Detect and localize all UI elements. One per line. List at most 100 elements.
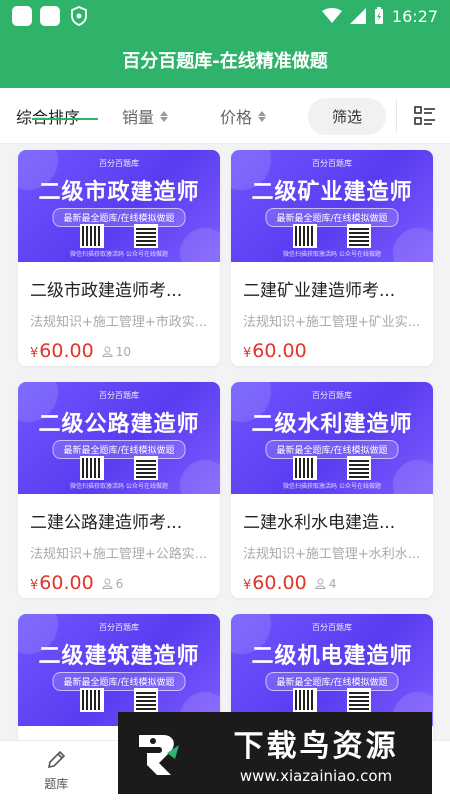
sort-sales[interactable]: 销量 <box>122 104 169 128</box>
price-value: 60.00 <box>39 572 94 594</box>
qr-code-icon <box>80 688 104 712</box>
filter-button[interactable]: 筛选 <box>308 98 387 135</box>
banner-title: 二级机电建造师 <box>251 644 413 669</box>
banner-footer: 微信扫描获取激活码 公众号在线做题 <box>70 251 168 258</box>
product-banner: 百分百题库 二级水利建造师 最新最全题库/在线模拟做题 微信扫描获取激活码 公众… <box>231 382 433 494</box>
product-card[interactable]: 百分百题库 二级水利建造师 最新最全题库/在线模拟做题 微信扫描获取激活码 公众… <box>231 382 433 598</box>
list-view-icon[interactable] <box>414 105 436 127</box>
banner-title: 二级水利建造师 <box>251 412 413 437</box>
product-desc: 法规知识+施工管理+水利水... <box>243 547 421 562</box>
sales-count: 10 <box>102 345 131 359</box>
product-banner: 百分百题库 二级市政建造师 最新最全题库/在线模拟做题 微信扫描获取激活码 公众… <box>18 150 220 262</box>
price-value: 60.00 <box>39 340 94 362</box>
qr-code-icon <box>347 456 371 480</box>
banner-top-label: 百分百题库 <box>99 159 139 168</box>
product-banner: 百分百题库 二级建筑建造师 最新最全题库/在线模拟做题 <box>18 614 220 726</box>
product-price: ¥ 60.00 4 <box>243 572 421 594</box>
watermark-overlay: 下载鸟资源 www.xiazainiao.com <box>118 712 432 794</box>
banner-subtitle: 最新最全题库/在线模拟做题 <box>52 440 186 459</box>
person-icon <box>315 578 326 589</box>
notification-icon <box>40 6 60 26</box>
banner-subtitle: 最新最全题库/在线模拟做题 <box>265 672 399 691</box>
product-desc: 法规知识+施工管理+市政实... <box>30 315 208 330</box>
banner-top-label: 百分百题库 <box>312 159 352 168</box>
sales-count: 6 <box>102 576 124 591</box>
product-desc: 法规知识+施工管理+矿业实... <box>243 315 421 330</box>
watermark-url: www.xiazainiao.com <box>239 767 393 785</box>
qr-code-icon <box>80 224 104 248</box>
shield-icon <box>71 6 87 26</box>
qr-code-icon <box>134 688 158 712</box>
product-card[interactable]: 百分百题库 二级公路建造师 最新最全题库/在线模拟做题 微信扫描获取激活码 公众… <box>18 382 220 598</box>
product-banner: 百分百题库 二级机电建造师 最新最全题库/在线模拟做题 <box>231 614 433 726</box>
banner-top-label: 百分百题库 <box>99 391 139 400</box>
currency: ¥ <box>243 346 252 361</box>
person-icon <box>102 346 113 357</box>
product-banner: 百分百题库 二级公路建造师 最新最全题库/在线模拟做题 微信扫描获取激活码 公众… <box>18 382 220 494</box>
currency: ¥ <box>243 578 252 593</box>
sort-caret-icon <box>160 110 169 122</box>
banner-subtitle: 最新最全题库/在线模拟做题 <box>265 208 399 227</box>
banner-subtitle: 最新最全题库/在线模拟做题 <box>52 208 186 227</box>
tab-question-bank[interactable]: 题库 <box>0 741 113 800</box>
product-title: 二建水利水电建造... <box>243 513 396 533</box>
divider <box>396 99 397 133</box>
sort-comprehensive[interactable]: 综合排序 <box>16 104 99 128</box>
sales-count: 4 <box>315 577 336 591</box>
qr-code-icon <box>293 224 317 248</box>
price-value: 60.00 <box>252 572 307 594</box>
sales-number: 6 <box>115 576 124 591</box>
sort-bar: 综合排序 销量 价格 筛选 <box>0 88 450 144</box>
wifi-icon <box>321 8 342 23</box>
sales-number: 10 <box>115 344 131 359</box>
currency: ¥ <box>30 346 39 361</box>
signal-icon <box>349 8 366 24</box>
qr-code-icon <box>134 224 158 248</box>
banner-title: 二级矿业建造师 <box>251 180 413 205</box>
banner-footer: 微信扫描获取激活码 公众号在线做题 <box>283 251 381 258</box>
sort-price-label: 价格 <box>220 108 253 127</box>
product-price: ¥ 60.00 <box>243 340 421 362</box>
banner-top-label: 百分百题库 <box>312 623 352 632</box>
product-grid: 百分百题库 二级市政建造师 最新最全题库/在线模拟做题 微信扫描获取激活码 公众… <box>0 144 450 740</box>
qr-code-icon <box>347 688 371 712</box>
qr-code-icon <box>293 456 317 480</box>
banner-subtitle: 最新最全题库/在线模拟做题 <box>265 440 399 459</box>
sort-price[interactable]: 价格 <box>220 104 267 128</box>
tab-label: 题库 <box>44 777 69 791</box>
sort-sales-label: 销量 <box>122 108 155 127</box>
person-icon <box>102 578 113 589</box>
banner-title: 二级市政建造师 <box>38 180 200 205</box>
qr-code-icon <box>80 456 104 480</box>
banner-subtitle: 最新最全题库/在线模拟做题 <box>52 672 186 691</box>
currency: ¥ <box>30 578 39 593</box>
banner-footer: 微信扫描获取激活码 公众号在线做题 <box>283 483 381 490</box>
status-bar: 16:27 <box>0 0 450 32</box>
product-title: 二建矿业建造师考... <box>243 281 396 301</box>
product-desc: 法规知识+施工管理+公路实... <box>30 547 208 562</box>
banner-title: 二级建筑建造师 <box>38 644 200 669</box>
qr-code-icon <box>293 688 317 712</box>
clock: 16:27 <box>391 6 438 26</box>
filter-label: 筛选 <box>332 108 363 126</box>
qr-code-icon <box>134 456 158 480</box>
product-card[interactable]: 百分百题库 二级市政建造师 最新最全题库/在线模拟做题 微信扫描获取激活码 公众… <box>18 150 220 366</box>
bird-logo-icon <box>118 712 200 794</box>
page-title: 百分百题库-在线精准做题 <box>122 51 328 72</box>
sort-comprehensive-label: 综合排序 <box>16 108 81 127</box>
product-card[interactable]: 百分百题库 二级矿业建造师 最新最全题库/在线模拟做题 微信扫描获取激活码 公众… <box>231 150 433 366</box>
product-banner: 百分百题库 二级矿业建造师 最新最全题库/在线模拟做题 微信扫描获取激活码 公众… <box>231 150 433 262</box>
product-title: 二级市政建造师考... <box>30 281 183 301</box>
banner-title: 二级公路建造师 <box>38 412 200 437</box>
battery-icon <box>374 7 383 24</box>
product-title: 二建公路建造师考... <box>30 513 183 533</box>
notification-icon <box>12 6 32 26</box>
watermark-title: 下载鸟资源 <box>233 729 399 764</box>
app-header: 百分百题库-在线精准做题 <box>0 32 450 88</box>
banner-footer: 微信扫描获取激活码 公众号在线做题 <box>70 483 168 490</box>
banner-top-label: 百分百题库 <box>312 391 352 400</box>
price-value: 60.00 <box>252 340 307 362</box>
sort-caret-icon <box>258 110 267 122</box>
qr-code-icon <box>347 224 371 248</box>
banner-top-label: 百分百题库 <box>99 623 139 632</box>
